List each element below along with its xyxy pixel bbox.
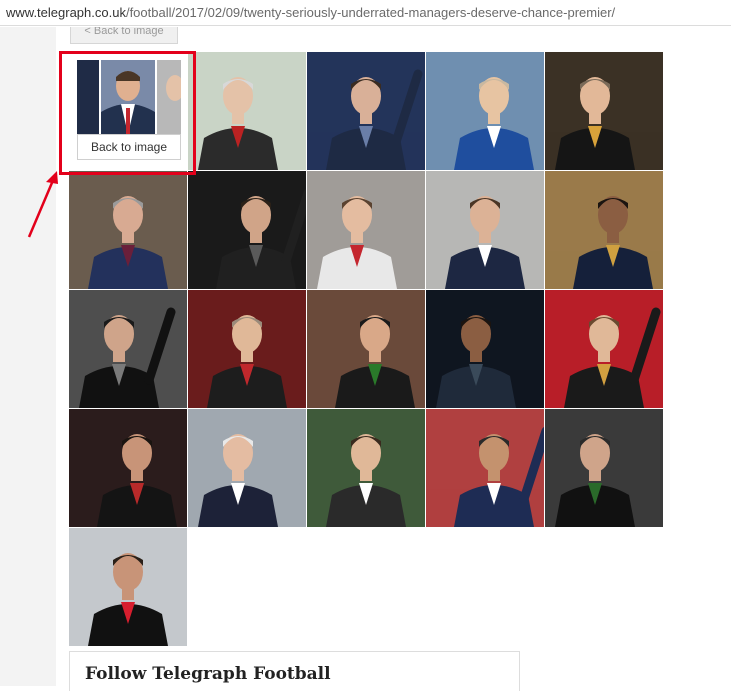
gallery-photo[interactable] [426, 52, 544, 170]
gallery-photo[interactable] [545, 52, 663, 170]
thumbnail-preview [77, 60, 181, 134]
follow-section: Follow Telegraph Football [69, 651, 520, 691]
gallery-photo[interactable] [69, 290, 187, 408]
gallery-photo[interactable] [307, 290, 425, 408]
gallery-photo[interactable] [69, 171, 187, 289]
back-to-image-top-button[interactable]: < Back to image [70, 27, 178, 44]
gallery-photo[interactable] [307, 171, 425, 289]
url-host: www.telegraph.co.uk [6, 5, 126, 20]
follow-title: Follow Telegraph Football [85, 664, 331, 684]
gallery-photo[interactable] [188, 409, 306, 527]
red-arrow-icon [27, 171, 58, 238]
gallery-photo[interactable] [545, 290, 663, 408]
gallery-photo[interactable] [188, 171, 306, 289]
photo-grid: Back to image [69, 52, 664, 650]
gallery-photo[interactable] [69, 409, 187, 527]
gallery-photo[interactable] [307, 409, 425, 527]
back-to-image-tile[interactable]: Back to image [69, 52, 187, 170]
gallery-photo[interactable] [426, 171, 544, 289]
url-path: /football/2017/02/09/twenty-seriously-un… [125, 5, 616, 20]
gallery-photo[interactable] [307, 52, 425, 170]
back-to-image-button[interactable]: Back to image [77, 134, 181, 160]
gallery-photo[interactable] [426, 290, 544, 408]
gallery-photo[interactable] [426, 409, 544, 527]
gallery-photo[interactable] [69, 528, 187, 646]
address-bar[interactable]: www.telegraph.co.uk/football/2017/02/09/… [0, 0, 731, 26]
gallery-photo[interactable] [188, 290, 306, 408]
gallery-photo[interactable] [545, 409, 663, 527]
left-margin [0, 27, 56, 686]
gallery-photo[interactable] [188, 52, 306, 170]
gallery-photo[interactable] [545, 171, 663, 289]
